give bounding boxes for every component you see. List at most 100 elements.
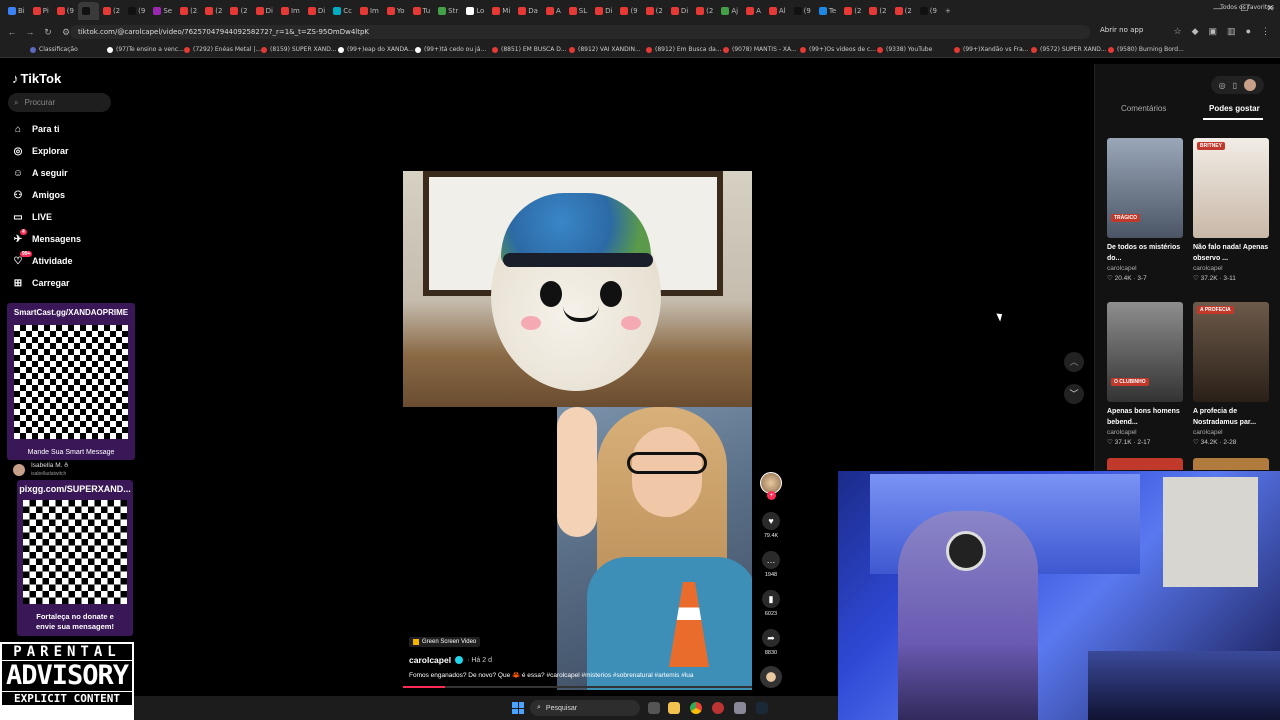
browser-tab[interactable]: A (542, 2, 565, 20)
open-app-button[interactable]: Abrir no app (1100, 26, 1143, 34)
video-thumbnail[interactable] (1107, 458, 1183, 470)
browser-tab[interactable]: Di (304, 2, 329, 20)
tab-comments[interactable]: Comentários (1121, 104, 1166, 113)
save-button[interactable]: ▮ 6023 (760, 590, 782, 617)
browser-tab[interactable]: Tu (409, 2, 435, 20)
suggested-video-card[interactable]: A PROFECIA A profecia de Nostradamus par.… (1193, 302, 1271, 446)
search-input[interactable]: ⌕ Procurar (8, 93, 111, 112)
browser-tab[interactable]: SL (565, 2, 591, 20)
browser-tab[interactable]: (2 (891, 2, 916, 20)
browser-tab[interactable]: (2 (176, 2, 201, 20)
browser-tab[interactable]: Im (356, 2, 383, 20)
browser-tab[interactable]: Di (591, 2, 616, 20)
new-tab-button[interactable]: + (941, 2, 962, 20)
previous-video-button[interactable]: ︿ (1064, 352, 1084, 372)
sidebar-item-mensagens[interactable]: ✈ Mensagens 4 (12, 229, 81, 245)
video-presenter[interactable] (557, 407, 752, 690)
url-field[interactable]: tiktok.com/@carolcapel/video/76257047944… (70, 25, 1090, 39)
extension-icon[interactable]: ◆ (1192, 26, 1199, 37)
bookmark-item[interactable]: (9572) SUPER XAND... (1031, 46, 1108, 53)
suggested-video-card[interactable]: O CLUBINHO Apenas bons homens bebend... ca… (1107, 302, 1185, 446)
browser-tab[interactable]: (2 (226, 2, 251, 20)
file-explorer-icon[interactable] (668, 702, 680, 714)
browser-tab[interactable]: Al (765, 2, 790, 20)
video-progress-bar[interactable] (403, 686, 752, 688)
browser-tab[interactable]: Str (434, 2, 462, 20)
browser-tab[interactable]: Da (514, 2, 542, 20)
browser-tab[interactable]: Te (815, 2, 840, 20)
card-author[interactable]: carolcapel (1193, 429, 1271, 436)
sidebar-item-carregar[interactable]: ⊞ Carregar (12, 277, 70, 289)
bookmark-item[interactable]: (9078) MANTIS - XA... (723, 46, 800, 53)
browser-tab[interactable]: A (742, 2, 765, 20)
card-author[interactable]: carolcapel (1107, 265, 1185, 272)
reload-icon[interactable]: ↻ (42, 27, 54, 38)
next-video-button[interactable]: ﹀ (1064, 384, 1084, 404)
green-screen-tag[interactable]: Green Screen Video (409, 637, 481, 647)
suggested-video-card[interactable]: TRÁGICO De todos os mistérios do... carolc… (1107, 138, 1185, 282)
settings-icon[interactable] (734, 702, 746, 714)
browser-tab[interactable]: Cc (329, 2, 356, 20)
card-author[interactable]: carolcapel (1107, 429, 1185, 436)
video-thumbnail[interactable] (1193, 458, 1269, 470)
suggested-video-card[interactable]: BRITNEY Não falo nada! Apenas observo ...… (1193, 138, 1271, 282)
tiktok-logo[interactable]: ♪ TikTok (12, 71, 61, 86)
browser-tab[interactable]: (2 (642, 2, 667, 20)
video-thumbnail[interactable]: O CLUBINHO (1107, 302, 1183, 402)
share-button[interactable]: ➦ 8830 (760, 629, 782, 656)
menu-icon[interactable]: ⋮ (1261, 26, 1270, 37)
tab-suggested[interactable]: Podes gostar (1209, 104, 1260, 113)
follow-plus-icon[interactable]: + (767, 491, 776, 500)
browser-tab[interactable]: Pi (29, 2, 53, 20)
music-disc-icon[interactable] (760, 666, 782, 688)
comment-button[interactable]: … 1948 (760, 551, 782, 578)
browser-tab[interactable]: Di (667, 2, 692, 20)
video-thumbnail[interactable]: TRÁGICO (1107, 138, 1183, 238)
browser-tab[interactable] (77, 2, 99, 20)
sidebar-item-a-seguir[interactable]: ☺ A seguir (12, 167, 68, 179)
sidepanel-icon[interactable]: ▥ (1227, 26, 1236, 37)
bookmark-item[interactable]: (9338) YouTube (877, 46, 954, 53)
browser-tab[interactable]: (2 (201, 2, 226, 20)
bookmark-item[interactable]: Classificação (30, 46, 107, 53)
bookmark-item[interactable]: (97)Te ensino a venc... (107, 46, 184, 53)
sidebar-item-atividade[interactable]: ♡ Atividade 99+ (12, 251, 73, 267)
sidebar-item-live[interactable]: ▭ LIVE (12, 211, 52, 223)
like-button[interactable]: ♥ 79.4K (760, 512, 782, 539)
taskbar-search[interactable]: ⌕ Pesquisar (530, 700, 640, 716)
browser-tab[interactable]: (2 (840, 2, 865, 20)
profile-icon[interactable]: ● (1246, 26, 1251, 37)
chrome-icon[interactable] (690, 702, 702, 714)
card-author[interactable]: carolcapel (1193, 265, 1271, 272)
star-icon[interactable]: ☆ (1174, 26, 1182, 37)
sidebar-item-amigos[interactable]: ⚇ Amigos (12, 189, 66, 201)
all-bookmarks-button[interactable]: Todos os favoritos (1220, 4, 1274, 11)
sidebar-item-para-ti[interactable]: ⌂ Para ti (12, 123, 60, 135)
windows-start-icon[interactable] (512, 702, 524, 714)
extensions-puzzle-icon[interactable]: ▣ (1209, 26, 1218, 37)
browser-tab[interactable]: (9 (53, 2, 78, 20)
sidebar-item-explorar[interactable]: ◎ Explorar (12, 145, 69, 157)
browser-tab[interactable]: (2 (692, 2, 717, 20)
browser-tab[interactable]: Yo (383, 2, 409, 20)
browser-tab[interactable]: (2 (99, 2, 124, 20)
browser-tab[interactable]: Se (149, 2, 176, 20)
browser-tab[interactable]: (9 (916, 2, 941, 20)
device-icon[interactable]: ▯ (1233, 81, 1237, 90)
bookmark-item[interactable]: (99+)tá cedo ou já... (415, 46, 492, 53)
bookmark-item[interactable]: (7292) Enéas Metal |... (184, 46, 261, 53)
video-green-screen-image[interactable] (403, 171, 752, 407)
bookmark-item[interactable]: (99+)Os vídeos de c... (800, 46, 877, 53)
forward-icon[interactable]: → (24, 27, 36, 37)
bookmark-item[interactable]: (8912) VAI XANDIN... (569, 46, 646, 53)
bookmark-item[interactable]: (8159) SUPER XAND... (261, 46, 338, 53)
bookmark-item[interactable]: (99+)Xandão vs Fra... (954, 46, 1031, 53)
bookmark-item[interactable]: (8851) EM BUSCA D... (492, 46, 569, 53)
compass-icon[interactable]: ◎ (1219, 81, 1226, 90)
browser-tab[interactable]: (9 (616, 2, 641, 20)
browser-tab[interactable]: Di (252, 2, 277, 20)
video-author[interactable]: carolcapel · Há 2 d (409, 655, 492, 665)
user-avatar[interactable] (1244, 79, 1256, 91)
task-view-icon[interactable] (648, 702, 660, 714)
browser-tab[interactable]: Bi (4, 2, 29, 20)
